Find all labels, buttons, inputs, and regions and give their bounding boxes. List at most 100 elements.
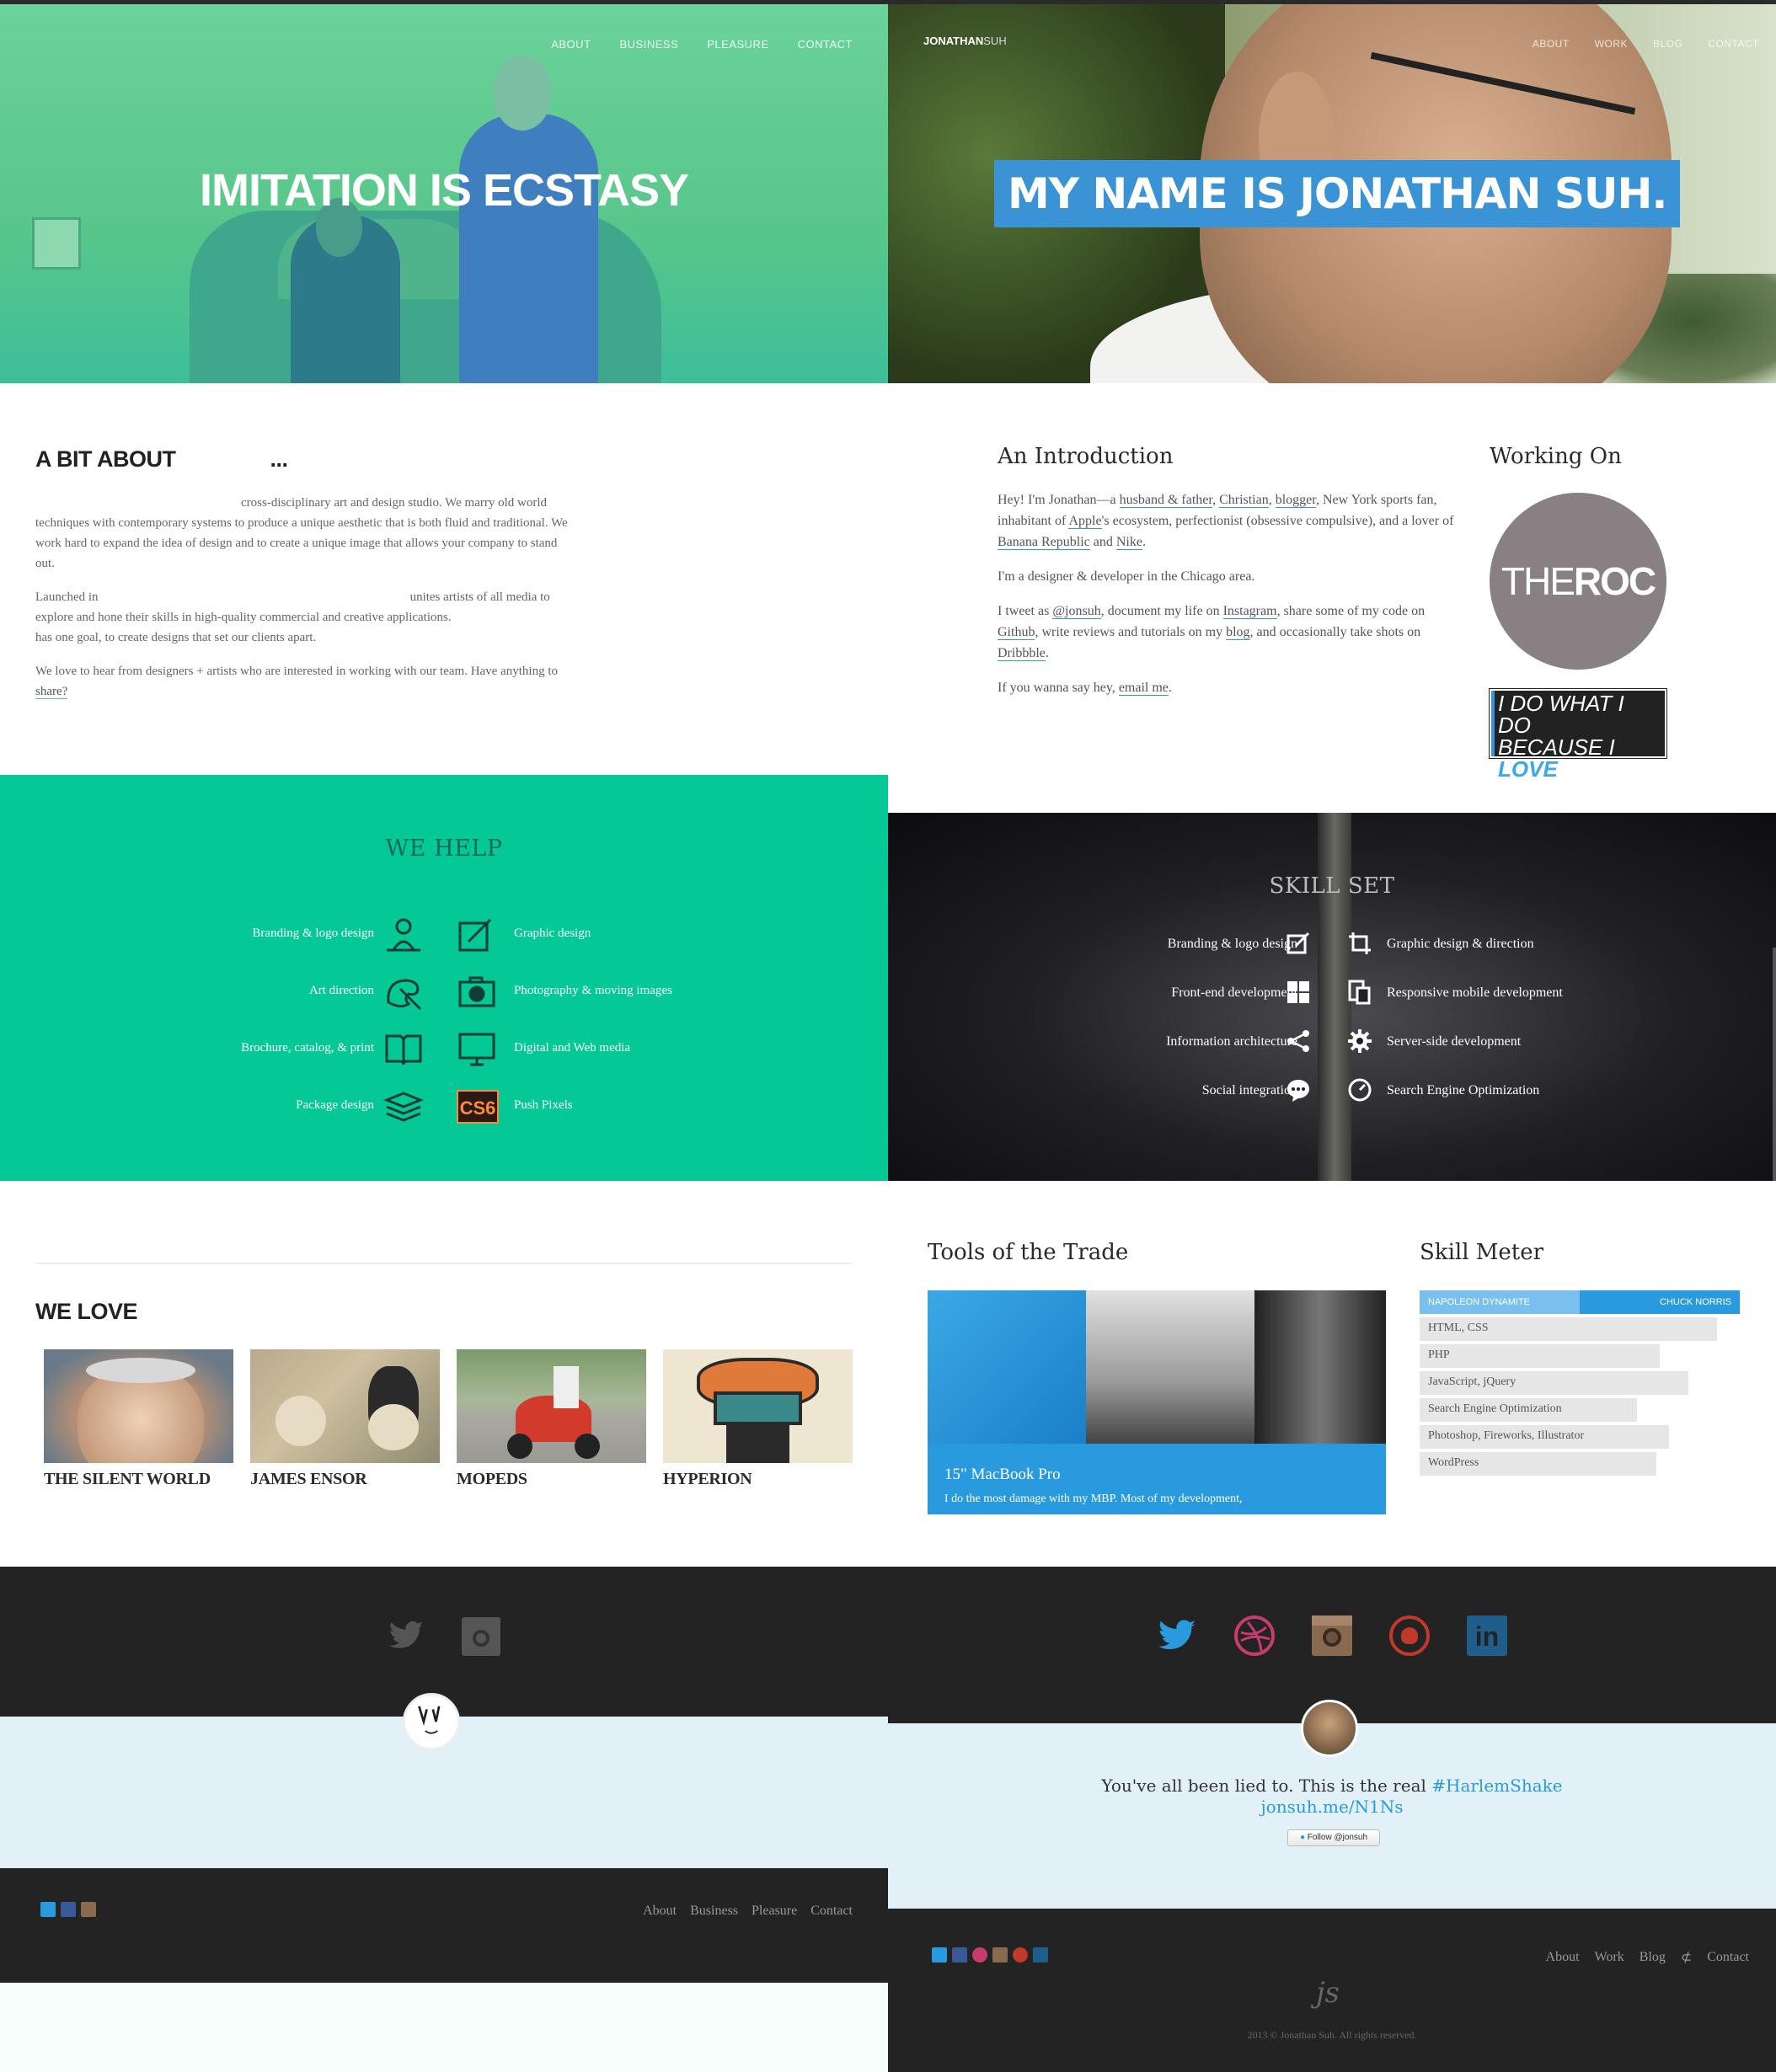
nav-pleasure[interactable]: PLEASURE [707, 38, 768, 51]
email-me-link[interactable]: email me [1118, 681, 1169, 696]
twitter-icon[interactable] [40, 1902, 56, 1917]
nav-contact[interactable]: CONTACT [1708, 38, 1759, 50]
caption-james-ensor[interactable]: JAMES ENSOR [250, 1470, 367, 1489]
husband-father-link[interactable]: husband & father [1119, 493, 1213, 508]
site-logo[interactable]: JONATHANSUH [923, 35, 1007, 47]
tools-slideshow[interactable]: 15" MacBook Pro I do the most damage wit… [928, 1290, 1386, 1514]
share-link[interactable]: share? [35, 685, 68, 699]
scrollbar[interactable] [1773, 948, 1776, 1181]
tweet-text: You've all been lied to. This is the rea… [1101, 1776, 1426, 1796]
introduction-body: Hey! I'm Jonathan—a husband & father, Ch… [998, 489, 1461, 712]
right-footer-nav: About Work Blog ⊄ Contact [1546, 1949, 1749, 1966]
instagram-icon[interactable] [81, 1902, 96, 1917]
nav-about[interactable]: ABOUT [1533, 38, 1570, 50]
the-roc-badge[interactable]: THE ROC [1490, 493, 1666, 670]
linkedin-icon[interactable]: in [1467, 1615, 1507, 1656]
instagram-link[interactable]: Instagram [1222, 604, 1277, 619]
browser-top-bar [0, 0, 888, 4]
caption-mopeds[interactable]: MOPEDS [457, 1470, 527, 1489]
apple-link[interactable]: Apple [1068, 514, 1102, 529]
octocat-head [1401, 1627, 1418, 1644]
instagram-icon[interactable] [1312, 1615, 1352, 1656]
banana-republic-link[interactable]: Banana Republic [998, 535, 1090, 550]
tweet-hashtag[interactable]: #HarlemShake [1431, 1776, 1562, 1796]
github-link[interactable]: Github [998, 625, 1035, 640]
facebook-icon[interactable] [61, 1902, 76, 1917]
intro-paragraph-1: Hey! I'm Jonathan—a husband & father, Ch… [998, 493, 1454, 550]
moped-rider [554, 1366, 579, 1408]
tools-section: Tools of the Trade 15" MacBook Pro I do … [888, 1181, 1776, 1567]
instagram-icon[interactable] [462, 1617, 500, 1656]
about-p3-text: We love to hear from designers + artists… [35, 665, 559, 678]
caption-hyperion[interactable]: HYPERION [663, 1470, 752, 1489]
thumbnail-mopeds[interactable] [457, 1349, 646, 1463]
crop-icon [1347, 931, 1372, 956]
nav-blog[interactable]: BLOG [1653, 38, 1682, 50]
we-help-section: WE HELP Branding & logo design Graphic d… [0, 775, 888, 1181]
nike-link[interactable]: Nike [1115, 535, 1142, 550]
nav-contact[interactable]: CONTACT [798, 38, 853, 51]
twitter-icon[interactable] [932, 1947, 947, 1963]
background-pole [1318, 813, 1351, 1181]
thumbnail-hyperion[interactable] [663, 1349, 853, 1463]
left-footer: About Business Pleasure Contact [0, 1868, 888, 1983]
devices-icon [1347, 980, 1372, 1005]
footer-link-contact[interactable]: Contact [1707, 1950, 1749, 1965]
footer-link-pleasure[interactable]: Pleasure [752, 1904, 797, 1919]
left-site: ABOUT BUSINESS PLEASURE CONTACT IMITATIO… [0, 0, 888, 2072]
help-item-label: Branding & logo design [252, 927, 374, 940]
christian-link[interactable]: Christian [1219, 493, 1269, 508]
moped-wheel [575, 1434, 600, 1459]
github-icon[interactable] [1389, 1615, 1430, 1656]
social-icons-row: in [888, 1615, 1776, 1656]
blogger-link[interactable]: blogger [1275, 493, 1316, 508]
skill-meter-heading: Skill Meter [1420, 1240, 1544, 1265]
nav-work[interactable]: WORK [1595, 38, 1628, 50]
logo-light: SUH [983, 35, 1007, 47]
instagram-icon[interactable] [992, 1947, 1008, 1963]
blog-link[interactable]: blog [1226, 625, 1250, 640]
caption-silent-world[interactable]: THE SILENT WORLD [44, 1470, 211, 1489]
nav-about[interactable]: ABOUT [551, 38, 591, 51]
about-body: cross-disciplinary art and design studio… [35, 493, 575, 715]
thumbnail-silent-world[interactable] [44, 1349, 233, 1463]
skill-label: Front-end development [1171, 985, 1297, 1000]
avatar [1301, 1700, 1358, 1757]
intro-text: and [1093, 535, 1113, 549]
about-p2-c: has one goal, to create designs that set… [35, 631, 317, 644]
jonsuh-twitter-link[interactable]: @jonsuh [1052, 604, 1101, 619]
dribbble-link[interactable]: Dribbble [998, 646, 1046, 661]
footer-link-business[interactable]: Business [690, 1904, 738, 1919]
right-site: JONATHANSUH ABOUT WORK BLOG CONTACT MY N… [888, 0, 1776, 2072]
skill-meter-bar: HTML, CSS [1420, 1317, 1718, 1341]
nav-business[interactable]: BUSINESS [620, 38, 679, 51]
footer-link-work[interactable]: Work [1595, 1950, 1624, 1965]
skill-label: Responsive mobile development [1387, 985, 1563, 1000]
intro-paragraph-3: I tweet as @jonsuh, document my life on … [998, 604, 1426, 661]
gauge-icon [1347, 1077, 1372, 1103]
scale-high-label: CHUCK NORRIS [1660, 1297, 1731, 1307]
js-monogram-logo[interactable]: js [1316, 1976, 1340, 2010]
footer-link-about[interactable]: About [1546, 1950, 1580, 1965]
twitter-icon[interactable] [388, 1617, 425, 1654]
hero-photo-woman [459, 114, 598, 383]
footer-link-about[interactable]: About [643, 1904, 677, 1919]
linkedin-icon[interactable] [1033, 1947, 1048, 1963]
footer-link-blog[interactable]: Blog [1640, 1950, 1666, 1965]
footer-link-contact[interactable]: Contact [810, 1904, 853, 1919]
dribbble-icon[interactable] [972, 1947, 987, 1963]
follow-button[interactable]: ● Follow @jonsuh [1287, 1829, 1380, 1846]
help-row: Art direction Photography & moving image… [0, 972, 888, 1014]
skill-label: Search Engine Optimization [1387, 1083, 1540, 1097]
rss-icon[interactable]: ⊄ [1681, 1949, 1692, 1966]
twitter-icon[interactable] [1157, 1615, 1197, 1656]
i-do-what-i-do-banner[interactable]: I DO WHAT I DO BECAUSE I LOVE WHAT I DO [1489, 688, 1667, 802]
facebook-icon[interactable] [952, 1947, 967, 1963]
dribbble-icon[interactable] [1234, 1615, 1275, 1656]
thumbnail-james-ensor[interactable] [250, 1349, 440, 1463]
help-item-label: Push Pixels [514, 1098, 573, 1112]
tweet-link[interactable]: jonsuh.me/N1Ns [1260, 1797, 1403, 1817]
pen-square-icon [457, 916, 497, 953]
capital-mid [714, 1391, 802, 1425]
github-icon[interactable] [1013, 1947, 1028, 1963]
